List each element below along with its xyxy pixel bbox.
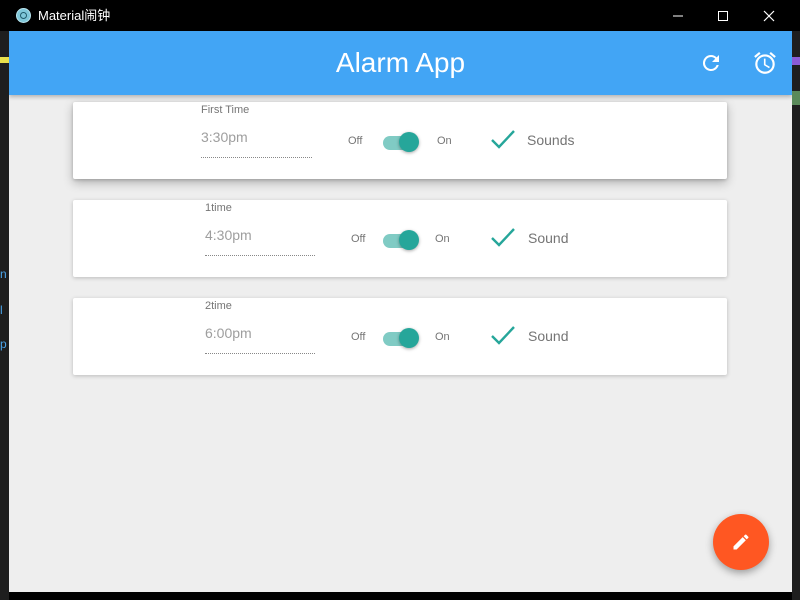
alarm-card: First Time 3:30pm Off On Sounds — [73, 102, 727, 179]
toggle-on-label: On — [435, 233, 450, 245]
app-title: Alarm App — [335, 47, 466, 78]
minimize-icon — [673, 15, 683, 16]
refresh-icon — [702, 54, 719, 71]
toggle-thumb — [399, 230, 419, 250]
minimize-button[interactable] — [655, 0, 701, 31]
alarm-enable-toggle[interactable] — [381, 229, 421, 251]
time-field-underline — [205, 255, 315, 256]
window-titlebar: Material闹钟 — [0, 0, 800, 31]
toggle-on-label: On — [437, 135, 452, 147]
maximize-button[interactable] — [700, 0, 746, 31]
toggle-off-label: Off — [351, 331, 366, 343]
toggle-thumb — [399, 328, 419, 348]
alarm-card: 2time 6:00pm Off On Sound — [73, 298, 727, 375]
app-window: Material闹钟 n l p Alarm App First Time 3:… — [0, 0, 800, 600]
maximize-icon — [718, 10, 728, 21]
sound-label: Sounds — [527, 132, 575, 148]
alarm-name-label: First Time — [201, 104, 250, 116]
alarm-time-field[interactable]: 3:30pm — [201, 129, 248, 145]
alarm-enable-toggle[interactable] — [381, 327, 421, 349]
sound-checkbox-check-icon[interactable] — [490, 227, 516, 249]
edit-fab-button[interactable] — [713, 514, 769, 570]
app-client-area: Alarm App First Time 3:30pm Off On Sound… — [9, 31, 792, 592]
alarm-enable-toggle[interactable] — [381, 131, 421, 153]
sound-checkbox-check-icon[interactable] — [490, 325, 516, 347]
alarm-clock-icon — [754, 52, 776, 74]
sound-checkbox-check-icon[interactable] — [490, 129, 516, 151]
app-bar: Alarm App — [9, 31, 792, 95]
alarm-time-field[interactable]: 6:00pm — [205, 325, 252, 341]
alarm-button[interactable] — [747, 45, 783, 81]
time-field-underline — [205, 353, 315, 354]
toggle-thumb — [399, 132, 419, 152]
alarm-time-field[interactable]: 4:30pm — [205, 227, 252, 243]
refresh-button[interactable] — [693, 45, 729, 81]
sound-label: Sound — [528, 328, 569, 344]
background-window-right-edge — [792, 31, 800, 600]
toggle-on-label: On — [435, 331, 450, 343]
close-icon — [763, 10, 775, 21]
pencil-icon — [733, 534, 749, 550]
toggle-off-label: Off — [351, 233, 366, 245]
background-window-left-edge: n l p — [0, 31, 9, 600]
window-title: Material闹钟 — [38, 8, 111, 23]
alarm-name-label: 1time — [205, 202, 232, 214]
toggle-off-label: Off — [348, 135, 363, 147]
sound-label: Sound — [528, 230, 569, 246]
app-logo-icon — [16, 8, 31, 23]
alarm-name-label: 2time — [205, 300, 232, 312]
alarm-card: 1time 4:30pm Off On Sound — [73, 200, 727, 277]
time-field-underline — [201, 157, 312, 158]
close-button[interactable] — [746, 0, 792, 31]
